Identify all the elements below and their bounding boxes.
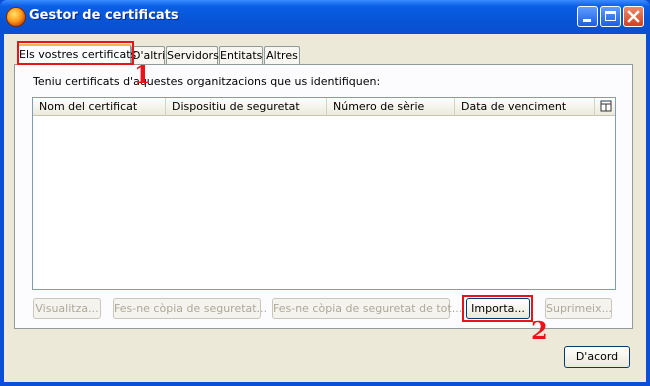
- tab-other[interactable]: Altres: [264, 46, 300, 64]
- maximize-button[interactable]: [600, 6, 621, 27]
- annotation-step-1: 1: [134, 60, 151, 89]
- ok-button[interactable]: D'acord: [564, 346, 630, 368]
- column-header-expiry-date[interactable]: Data de venciment: [455, 98, 595, 115]
- tab-label: Altres: [266, 49, 298, 62]
- minimize-icon: [583, 19, 591, 22]
- backup-all-button[interactable]: Fes-ne còpia de seguretat de tot...: [272, 298, 462, 319]
- annotation-step-2: 2: [531, 316, 548, 345]
- info-text: Teniu certificats d'aquestes organitzaci…: [33, 75, 381, 88]
- highlight-box-tab: [17, 41, 134, 65]
- tab-label: Entitats: [220, 49, 263, 62]
- view-button[interactable]: Visualitza...: [33, 298, 101, 319]
- tab-label: Servidors: [167, 49, 219, 62]
- tab-servers[interactable]: Servidors: [166, 46, 219, 64]
- certificates-table[interactable]: Nom del certificat Dispositiu de seguret…: [32, 97, 616, 290]
- highlight-box-import: [462, 295, 533, 322]
- maximize-icon: [605, 11, 616, 21]
- column-header-security-device[interactable]: Dispositiu de seguretat: [166, 98, 327, 115]
- table-header: Nom del certificat Dispositiu de seguret…: [33, 98, 615, 116]
- certificate-manager-window: Gestor de certificats Els vostres certif…: [0, 0, 650, 386]
- column-header-certificate-name[interactable]: Nom del certificat: [33, 98, 166, 115]
- title-bar[interactable]: Gestor de certificats: [0, 0, 650, 34]
- minimize-button[interactable]: [577, 6, 598, 27]
- dialog-client-area: Els vostres certificats D'altri Servidor…: [4, 34, 646, 382]
- tab-panel: Teniu certificats d'aquestes organitzaci…: [14, 64, 633, 329]
- tab-authorities[interactable]: Entitats: [219, 46, 263, 64]
- window-title: Gestor de certificats: [29, 8, 179, 23]
- backup-button[interactable]: Fes-ne còpia de seguretat...: [113, 298, 267, 319]
- column-header-serial-number[interactable]: Número de sèrie: [327, 98, 455, 115]
- close-icon: [627, 10, 640, 23]
- firefox-icon: [6, 7, 26, 27]
- delete-button[interactable]: Suprimeix...: [545, 298, 612, 319]
- column-picker-icon[interactable]: [600, 100, 612, 112]
- close-button[interactable]: [623, 6, 644, 27]
